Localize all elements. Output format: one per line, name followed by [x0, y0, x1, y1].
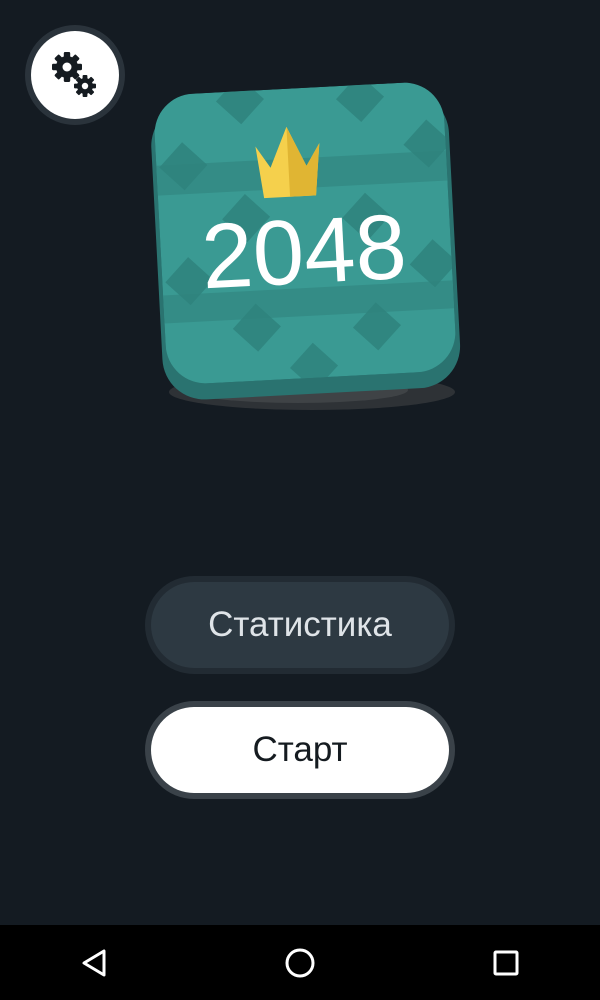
statistics-button[interactable]: Статистика — [145, 576, 455, 674]
statistics-button-label: Статистика — [151, 582, 449, 668]
settings-button[interactable] — [25, 25, 125, 125]
start-button[interactable]: Старт — [145, 701, 455, 799]
main-menu-screen: 2048 Статистика Старт — [0, 0, 600, 1000]
back-triangle-icon — [82, 949, 106, 976]
home-circle-icon — [285, 948, 315, 977]
logo-text: 2048 — [199, 196, 409, 309]
settings-button-face — [31, 31, 119, 119]
system-navigation-bar — [0, 925, 600, 1000]
nav-home-button[interactable] — [255, 925, 345, 1000]
start-button-label: Старт — [151, 707, 449, 793]
recents-square-icon — [493, 950, 519, 975]
nav-recents-button[interactable] — [461, 925, 551, 1000]
gears-icon — [52, 52, 96, 97]
game-logo: 2048 — [140, 60, 470, 420]
nav-back-button[interactable] — [50, 925, 140, 1000]
